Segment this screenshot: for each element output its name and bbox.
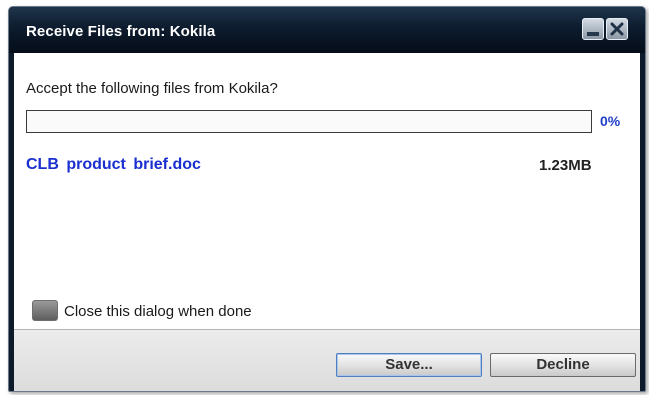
close-x-icon (610, 22, 624, 36)
receive-files-dialog: Receive Files from: Kokila Accept the fo… (8, 6, 646, 392)
decline-button[interactable]: Decline (490, 353, 636, 377)
save-button[interactable]: Save... (336, 353, 482, 377)
close-when-done-label[interactable]: Close this dialog when done (64, 303, 252, 320)
transfer-progress-bar (26, 110, 592, 133)
accept-prompt: Accept the following files from Kokila? (26, 80, 278, 97)
progress-percent: 0% (600, 113, 621, 129)
window-title: Receive Files from: Kokila (26, 23, 216, 40)
close-when-done-checkbox[interactable] (32, 300, 58, 321)
minimize-button[interactable] (582, 18, 604, 40)
file-size: 1.23MB (539, 157, 592, 174)
title-bar[interactable]: Receive Files from: Kokila (9, 7, 645, 53)
dialog-body: Accept the following files from Kokila? … (14, 53, 640, 391)
close-button[interactable] (606, 18, 628, 40)
file-name-link[interactable]: CLB product brief.doc (26, 156, 201, 174)
button-bar: Save... Decline (14, 329, 640, 391)
minimize-icon (587, 32, 599, 36)
